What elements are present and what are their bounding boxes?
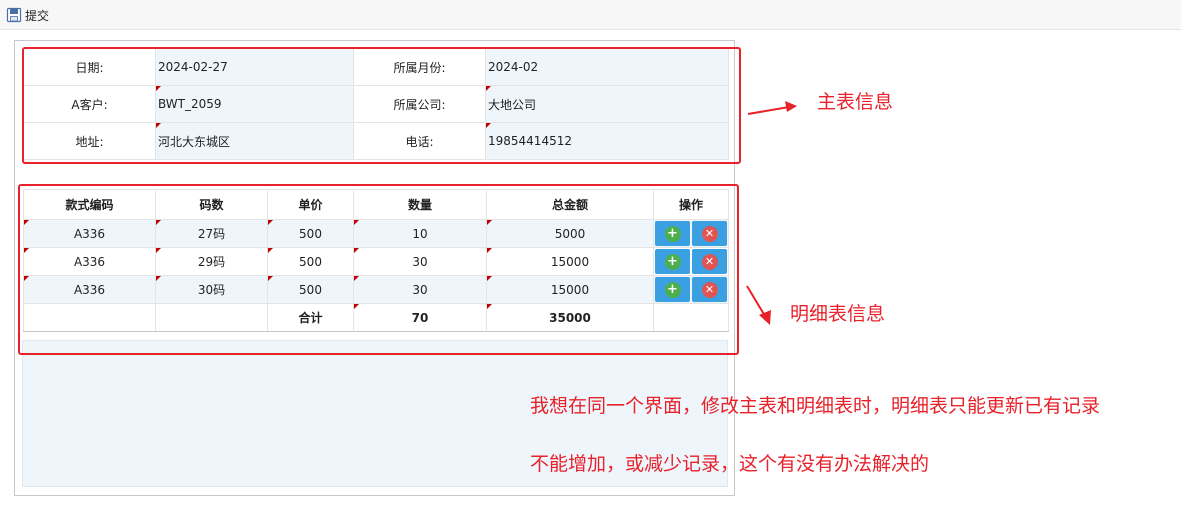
submit-label: 提交 bbox=[25, 8, 50, 23]
detail-highlight-box bbox=[18, 184, 739, 355]
submit-button[interactable]: 提交 bbox=[6, 6, 49, 24]
arrow-master-icon bbox=[747, 101, 797, 115]
save-icon bbox=[6, 7, 22, 23]
arrow-detail-icon bbox=[746, 285, 771, 325]
question-line-1: 我想在同一个界面，修改主表和明细表时，明细表只能更新已有记录 bbox=[530, 395, 1101, 417]
master-info-annotation: 主表信息 bbox=[817, 91, 894, 113]
master-highlight-box bbox=[22, 47, 741, 164]
question-line-2: 不能增加，或减少记录，这个有没有办法解决的 bbox=[530, 453, 930, 475]
detail-info-annotation: 明细表信息 bbox=[790, 303, 886, 325]
toolbar: 提交 bbox=[0, 0, 1181, 30]
